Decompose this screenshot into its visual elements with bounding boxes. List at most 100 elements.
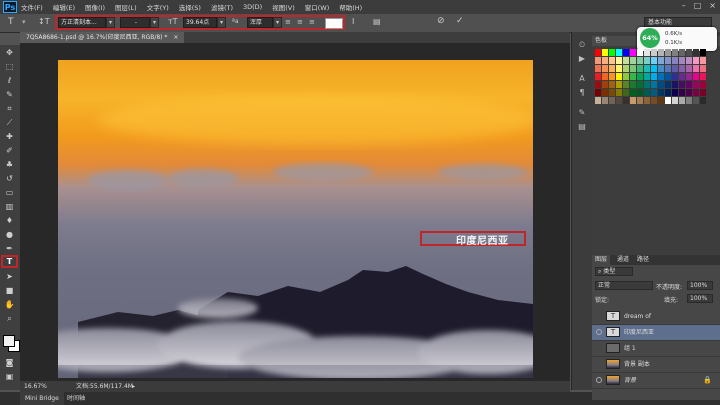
color-swatch[interactable] (700, 65, 706, 72)
color-swatch[interactable] (644, 73, 650, 80)
maximize-button[interactable]: □ (694, 1, 702, 10)
color-swatch[interactable] (672, 97, 678, 104)
color-swatch[interactable] (602, 73, 608, 80)
tab-timeline[interactable]: 时间轴 (62, 392, 90, 405)
swatch-grid[interactable] (595, 49, 706, 109)
color-swatch[interactable] (602, 65, 608, 72)
color-swatch[interactable] (679, 65, 685, 72)
cancel-edit-icon[interactable]: ⊘ (437, 16, 445, 26)
color-swatch[interactable] (630, 81, 636, 88)
menu-file[interactable]: 文件(F) (21, 2, 43, 12)
layer-visibility-eye-icon[interactable] (596, 329, 602, 335)
color-swatch[interactable] (665, 65, 671, 72)
color-swatch[interactable] (637, 57, 643, 64)
color-swatch[interactable] (595, 49, 601, 56)
color-swatch[interactable] (686, 97, 692, 104)
menu-help[interactable]: 帮助(H) (339, 2, 362, 12)
color-swatch[interactable] (700, 73, 706, 80)
color-swatch[interactable] (651, 49, 657, 56)
color-swatch[interactable] (651, 57, 657, 64)
font-size-dropdown-icon[interactable]: ▾ (217, 17, 226, 28)
layer-visibility-eye-icon[interactable] (596, 313, 602, 319)
color-swatch[interactable] (637, 65, 643, 72)
color-swatch[interactable] (686, 65, 692, 72)
color-swatch[interactable] (658, 81, 664, 88)
zoom-tool-icon[interactable]: ⌕ (3, 313, 16, 324)
screen-mode-icon[interactable]: ▣ (3, 371, 16, 382)
color-swatch[interactable] (658, 89, 664, 96)
color-swatch[interactable] (616, 57, 622, 64)
color-swatch[interactable] (700, 97, 706, 104)
color-swatch[interactable] (700, 89, 706, 96)
opacity-field[interactable]: 100% (687, 281, 713, 290)
color-swatch[interactable] (679, 73, 685, 80)
layer-row[interactable]: Tdream of (592, 309, 720, 325)
layer-visibility-eye-icon[interactable] (596, 377, 602, 383)
warp-text-icon[interactable]: Ⅰ (352, 17, 354, 26)
eyedropper-tool-icon[interactable]: ⟋ (3, 117, 16, 128)
align-left-icon[interactable]: ≡ (285, 18, 291, 26)
color-swatch[interactable] (595, 81, 601, 88)
blur-tool-icon[interactable]: ♦ (3, 215, 16, 226)
color-swatch[interactable] (665, 89, 671, 96)
color-swatch[interactable] (623, 73, 629, 80)
menu-window[interactable]: 窗口(W) (305, 2, 330, 12)
color-swatch[interactable] (679, 57, 685, 64)
color-swatch[interactable] (700, 81, 706, 88)
color-swatch[interactable] (630, 73, 636, 80)
color-swatch[interactable] (616, 97, 622, 104)
status-menu-icon[interactable]: ▸ (132, 381, 135, 392)
eraser-tool-icon[interactable]: ▭ (3, 187, 16, 198)
color-swatch[interactable] (637, 73, 643, 80)
color-swatch[interactable] (693, 97, 699, 104)
color-swatch[interactable] (686, 57, 692, 64)
color-swatch[interactable] (595, 89, 601, 96)
canvas-text-layer[interactable]: 印度尼西亚 (456, 232, 509, 247)
menu-image[interactable]: 图像(I) (85, 2, 105, 12)
color-swatch[interactable] (609, 65, 615, 72)
layer-row[interactable]: 背景 副本 (592, 357, 720, 373)
color-swatch[interactable] (665, 73, 671, 80)
document-tab[interactable]: 7Q5A8686-1.psd @ 16.7%(印度尼西亚, RGB/8) * × (20, 32, 185, 43)
character-panel-icon[interactable]: ▤ (373, 17, 381, 26)
pen-tool-icon[interactable]: ✒ (3, 243, 16, 254)
color-swatch[interactable] (679, 89, 685, 96)
font-family-select[interactable]: 方正清刻本... (58, 17, 106, 28)
color-swatch[interactable] (630, 57, 636, 64)
layer-row[interactable]: 背景 🔒 (592, 373, 720, 389)
color-swatch[interactable] (672, 65, 678, 72)
font-size-field[interactable]: 39.64点 (183, 17, 217, 28)
color-swatch[interactable] (595, 65, 601, 72)
color-swatch[interactable] (616, 49, 622, 56)
color-swatch[interactable] (616, 65, 622, 72)
color-swatch[interactable] (602, 49, 608, 56)
layer-row[interactable]: 组 1 (592, 341, 720, 357)
color-swatch[interactable] (609, 57, 615, 64)
color-swatch[interactable] (644, 57, 650, 64)
color-swatch[interactable] (609, 73, 615, 80)
history-brush-tool-icon[interactable]: ↺ (3, 173, 16, 184)
color-swatch[interactable] (700, 49, 706, 56)
history-panel-icon[interactable]: ⏲ (577, 40, 587, 50)
menu-select[interactable]: 选择(S) (179, 2, 201, 12)
color-swatch[interactable] (630, 49, 636, 56)
antialias-select[interactable]: 浑厚 (247, 17, 273, 28)
color-swatch[interactable] (686, 73, 692, 80)
color-swatch[interactable] (644, 49, 650, 56)
color-swatch[interactable] (623, 89, 629, 96)
fill-field[interactable]: 100% (687, 294, 713, 303)
color-swatch[interactable] (623, 97, 629, 104)
color-swatch[interactable] (602, 89, 608, 96)
color-swatch[interactable] (637, 89, 643, 96)
font-family-dropdown-icon[interactable]: ▾ (106, 17, 115, 28)
color-swatch[interactable] (686, 49, 692, 56)
color-swatch[interactable] (665, 97, 671, 104)
color-swatch[interactable] (623, 57, 629, 64)
character-panel-icon[interactable]: A (577, 74, 587, 84)
color-swatch[interactable] (693, 57, 699, 64)
color-swatch[interactable] (658, 73, 664, 80)
color-swatch[interactable] (623, 81, 629, 88)
color-swatch[interactable] (686, 81, 692, 88)
tool-presets-icon[interactable]: ✎ (577, 108, 587, 118)
color-swatch[interactable] (623, 49, 629, 56)
